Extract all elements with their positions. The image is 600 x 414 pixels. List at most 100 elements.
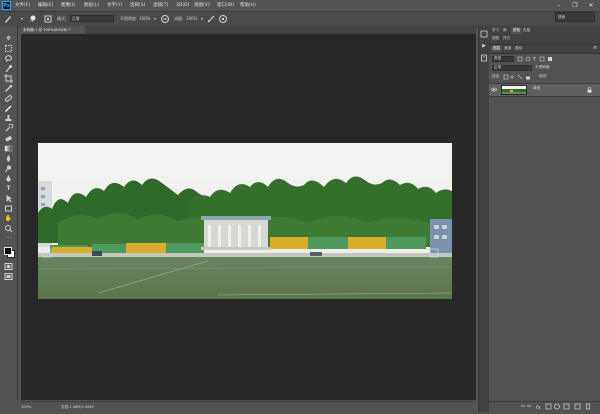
layer-lock-icon: [587, 87, 592, 93]
mode-select[interactable]: 正常: [70, 15, 114, 22]
eraser-tool-icon[interactable]: [4, 134, 13, 143]
tab-swatches[interactable]: 色板: [523, 27, 530, 34]
brush-tool-icon[interactable]: [3, 14, 13, 24]
workspace: [21, 34, 476, 400]
layer-visibility-icon[interactable]: [491, 87, 497, 92]
history-brush-tool-icon[interactable]: [4, 123, 14, 133]
document-tab-bar: 未标题-1 @ 100%(RGB/8) *: [21, 26, 476, 34]
layer-kind-filter[interactable]: 类型: [492, 56, 514, 62]
zoom-tool-icon[interactable]: [4, 224, 13, 233]
menu-edit[interactable]: 编辑(E): [38, 0, 53, 11]
marquee-tool-icon[interactable]: [4, 44, 13, 53]
restore-button[interactable]: ❐: [569, 0, 581, 11]
flow-value[interactable]: 100%: [186, 12, 197, 26]
minimize-button[interactable]: –: [553, 0, 565, 11]
type-tool-icon[interactable]: T: [4, 184, 13, 193]
dodge-tool-icon[interactable]: [4, 164, 13, 173]
quick-select-tool-icon[interactable]: [4, 64, 13, 73]
status-bar: 100% 文档:1.46M/1.46M ›: [21, 401, 476, 413]
foreground-color-swatch[interactable]: [4, 247, 12, 255]
svg-text:T: T: [532, 57, 537, 62]
menu-type[interactable]: 文字(Y): [107, 0, 122, 11]
menu-help[interactable]: 帮助(H): [240, 0, 256, 11]
layer-filter-icons: T: [517, 56, 557, 63]
pen-tool-icon[interactable]: [4, 174, 13, 183]
toolbar: ✥ T ✋ ···: [0, 26, 18, 400]
layer-name: 背景: [533, 86, 541, 90]
tab-learn[interactable]: 学习: [492, 27, 499, 34]
pressure-size-icon[interactable]: [218, 14, 228, 24]
menu-window[interactable]: 窗口(W): [217, 0, 234, 11]
close-button[interactable]: ✕: [585, 0, 597, 11]
right-panels: 学习 库 颜色 色板 调整 样式 图层 通道 路径 ≡ 类型 T 正常 不透明度…: [489, 26, 600, 412]
layer-row[interactable]: 背景: [489, 83, 600, 97]
document-canvas[interactable]: [38, 143, 452, 299]
tab-paths[interactable]: 路径: [515, 45, 522, 52]
hand-tool-icon[interactable]: ✋: [4, 214, 13, 223]
flow-label: 流量:: [174, 16, 184, 21]
top-panel-tabs: 学习 库 颜色 色板 调整 样式: [489, 26, 600, 45]
search-input[interactable]: 搜索: [555, 12, 595, 22]
tab-color[interactable]: 颜色: [511, 27, 523, 34]
menu-select[interactable]: 选择(S): [130, 0, 145, 11]
lock-icons[interactable]: [503, 74, 535, 80]
clone-stamp-tool-icon[interactable]: [4, 114, 13, 123]
airbrush-icon[interactable]: [206, 14, 216, 24]
tool-preset-dropdown[interactable]: ▾: [17, 14, 27, 24]
layer-thumbnail: [501, 85, 527, 95]
menu-image[interactable]: 图像(I): [61, 0, 75, 11]
opacity-value[interactable]: 100%: [139, 12, 150, 26]
svg-text:fx: fx: [536, 405, 541, 411]
brush-settings-icon[interactable]: [43, 14, 53, 24]
tab-channels[interactable]: 通道: [504, 45, 511, 52]
brush-size-value: 16: [30, 19, 34, 23]
color-swatches[interactable]: [3, 246, 15, 258]
healing-brush-tool-icon[interactable]: [4, 94, 13, 103]
menu-layer[interactable]: 图层(L): [84, 0, 99, 11]
menu-view[interactable]: 视图(V): [194, 0, 210, 11]
lock-label: 锁定:: [492, 74, 501, 78]
layer-opacity-label: 不透明度:: [535, 65, 551, 69]
menu-bar: Ps 文件(F) 编辑(E) 图像(I) 图层(L) 文字(Y) 选择(S) 滤…: [0, 0, 600, 11]
layers-panel-tabs: 图层 通道 路径 ≡: [489, 45, 600, 54]
properties-panel-icon[interactable]: [480, 54, 488, 62]
blend-mode-value: 正常: [494, 65, 502, 69]
fill-label: 填充:: [539, 74, 548, 78]
move-tool-icon[interactable]: ✥: [4, 34, 13, 43]
rectangle-tool-icon[interactable]: [4, 204, 13, 213]
tab-styles[interactable]: 样式: [503, 35, 510, 42]
opacity-dropdown[interactable]: ▾: [150, 14, 160, 24]
document-size: 文档:1.46M/1.46M: [61, 405, 93, 409]
opacity-label: 不透明度:: [120, 16, 138, 21]
options-bar: ▾ 16 模式: 正常 不透明度: 100% ▾ 流量: 100% ▾ 搜索: [0, 11, 600, 27]
tab-adjustments[interactable]: 调整: [492, 35, 499, 42]
crop-tool-icon[interactable]: [4, 74, 13, 83]
layers-footer: fx: [489, 401, 600, 412]
zoom-level[interactable]: 100%: [21, 402, 31, 413]
actions-panel-icon[interactable]: ▶: [480, 42, 488, 50]
kind-filter-label: 类型: [494, 56, 502, 60]
menu-3d[interactable]: 3D(D): [176, 0, 189, 11]
quick-mask-icon[interactable]: [4, 262, 13, 271]
document-tab[interactable]: 未标题-1 @ 100%(RGB/8) *: [21, 26, 85, 34]
photoshop-logo: Ps: [2, 1, 11, 10]
eyedropper-tool-icon[interactable]: [4, 84, 13, 93]
brush-tool-icon[interactable]: [4, 104, 13, 113]
panel-menu-icon[interactable]: ≡: [593, 45, 597, 52]
tab-layers[interactable]: 图层: [491, 45, 503, 52]
screen-mode-icon[interactable]: [4, 272, 13, 281]
history-panel-icon[interactable]: [480, 30, 488, 38]
stadium-photo: [38, 143, 452, 299]
more-tools-icon[interactable]: ···: [4, 234, 13, 243]
mode-label: 模式:: [57, 16, 67, 21]
menu-filter[interactable]: 滤镜(T): [153, 0, 168, 11]
blend-mode-select[interactable]: 正常: [492, 65, 532, 71]
status-menu-arrow[interactable]: ›: [93, 402, 94, 413]
pressure-opacity-icon[interactable]: [160, 14, 170, 24]
path-select-tool-icon[interactable]: [4, 194, 13, 203]
gradient-tool-icon[interactable]: [4, 144, 13, 153]
lasso-tool-icon[interactable]: [4, 54, 13, 63]
blur-tool-icon[interactable]: [4, 154, 13, 163]
menu-file[interactable]: 文件(F): [15, 0, 30, 11]
tab-libraries[interactable]: 库: [503, 27, 507, 34]
